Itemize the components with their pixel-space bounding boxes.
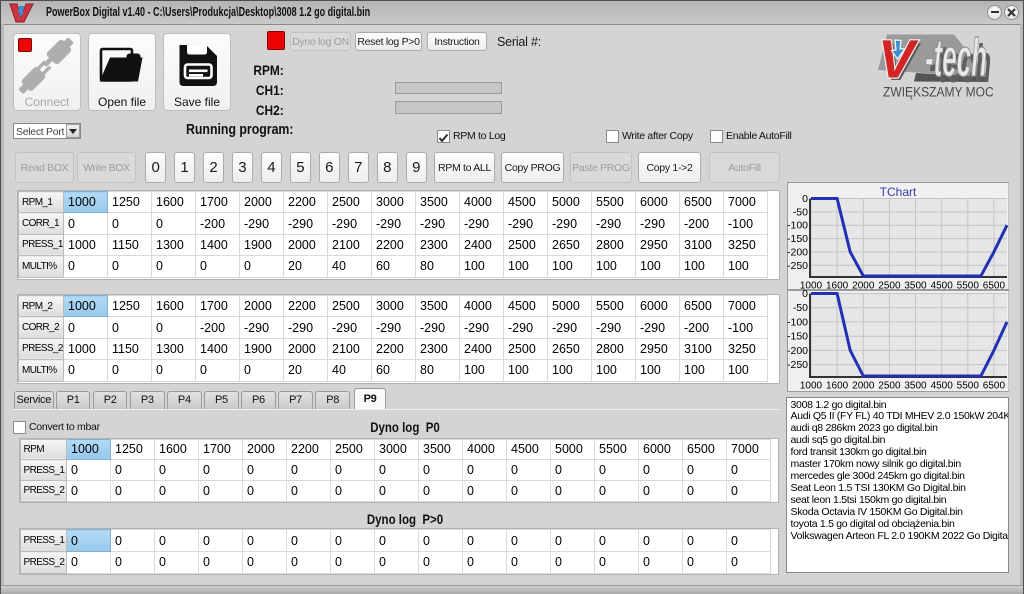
svg-text:0: 0 bbox=[802, 290, 808, 300]
svg-text:0: 0 bbox=[802, 193, 808, 205]
svg-text:5500: 5500 bbox=[956, 381, 979, 392]
svg-text:2000: 2000 bbox=[852, 281, 875, 291]
svg-text:-250: -250 bbox=[787, 359, 808, 371]
svg-text:2500: 2500 bbox=[878, 281, 901, 291]
svg-text:-100: -100 bbox=[787, 316, 808, 328]
svg-text:V: V bbox=[878, 29, 919, 89]
svg-text:3500: 3500 bbox=[904, 281, 927, 291]
svg-text:6500: 6500 bbox=[982, 381, 1005, 392]
svg-text:1000: 1000 bbox=[799, 281, 822, 291]
svg-text:2000: 2000 bbox=[852, 381, 875, 392]
svg-text:ZWIĘKSZAMY MOC: ZWIĘKSZAMY MOC bbox=[883, 83, 994, 99]
svg-text:6500: 6500 bbox=[982, 281, 1005, 291]
svg-text:-250: -250 bbox=[787, 260, 808, 272]
svg-text:TChart: TChart bbox=[879, 185, 916, 199]
svg-text:1600: 1600 bbox=[825, 281, 848, 291]
svg-text:-200: -200 bbox=[787, 246, 808, 258]
svg-text:1000: 1000 bbox=[799, 381, 822, 392]
svg-text:3500: 3500 bbox=[904, 381, 927, 392]
svg-text:-50: -50 bbox=[792, 206, 807, 218]
svg-text:-150: -150 bbox=[787, 331, 808, 343]
svg-text:-tech: -tech bbox=[925, 28, 987, 87]
svg-text:-100: -100 bbox=[787, 220, 808, 232]
svg-text:2500: 2500 bbox=[878, 381, 901, 392]
svg-text:1600: 1600 bbox=[825, 381, 848, 392]
svg-text:-150: -150 bbox=[787, 233, 808, 245]
svg-text:4500: 4500 bbox=[930, 281, 953, 291]
svg-text:5500: 5500 bbox=[956, 281, 979, 291]
svg-text:4500: 4500 bbox=[930, 381, 953, 392]
svg-text:-50: -50 bbox=[792, 302, 807, 314]
svg-text:-200: -200 bbox=[787, 345, 808, 357]
